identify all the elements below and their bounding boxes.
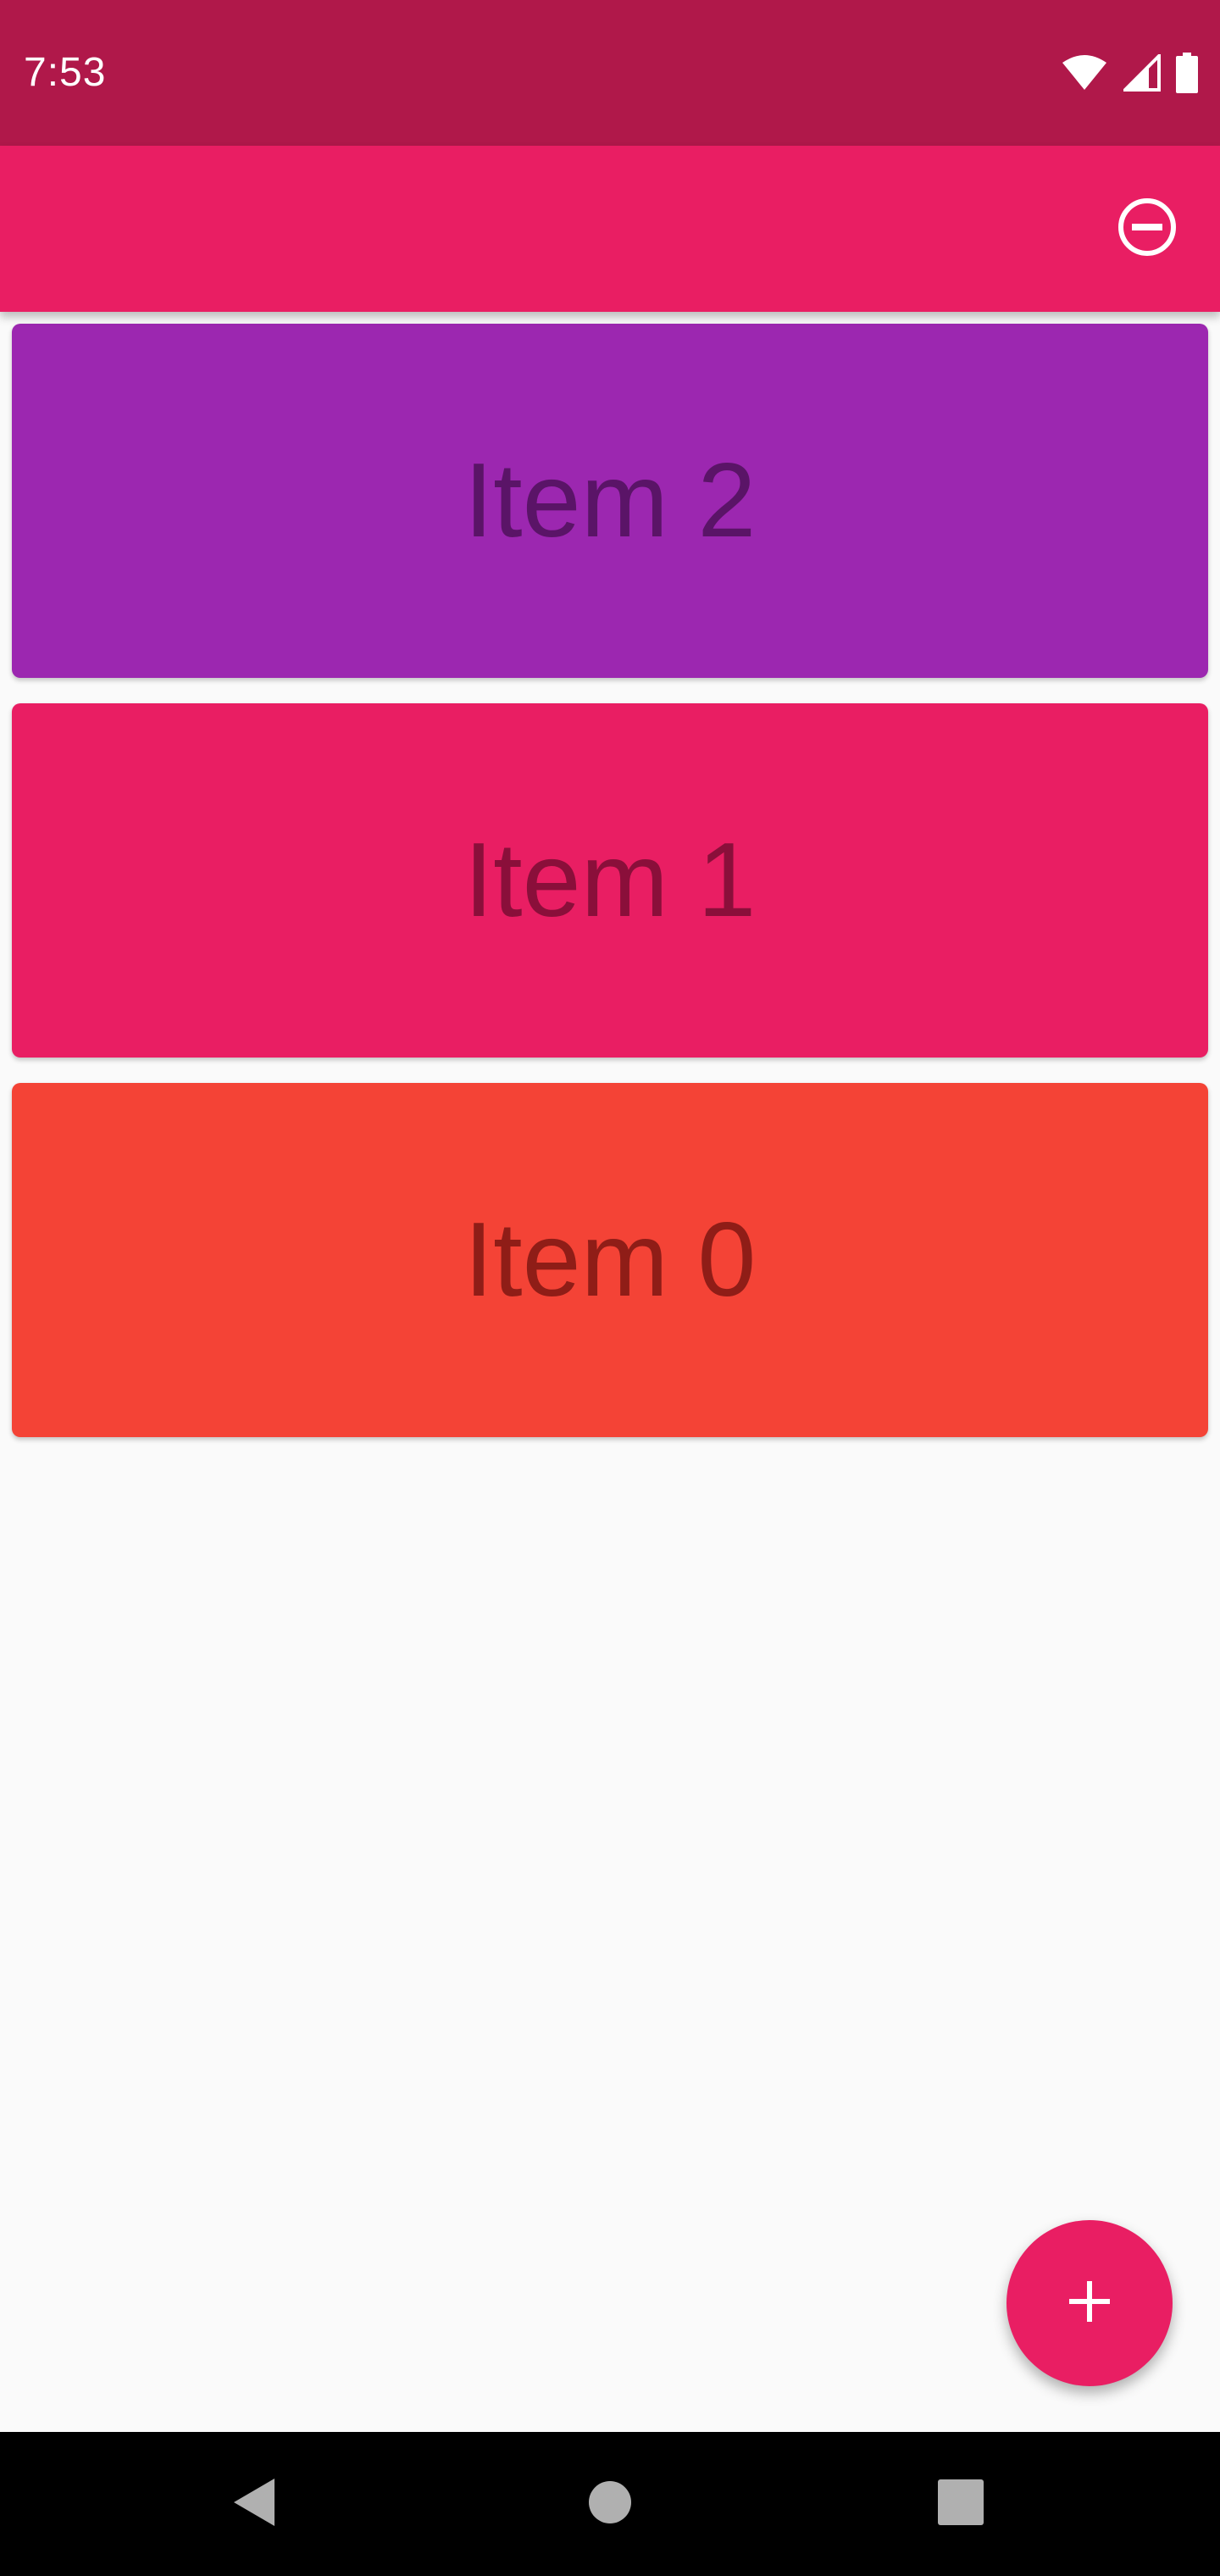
card-item[interactable]: Item 0 (12, 1083, 1208, 1437)
battery-icon (1176, 53, 1198, 93)
card-item[interactable]: Item 1 (12, 703, 1208, 1058)
status-time: 7:53 (24, 50, 107, 95)
back-button[interactable] (212, 2462, 297, 2546)
status-bar: 7:53 (0, 0, 1220, 146)
recents-icon (938, 2479, 984, 2529)
wifi-icon (1061, 54, 1108, 92)
back-icon (230, 2477, 278, 2532)
recents-button[interactable] (918, 2462, 1003, 2546)
remove-item-button[interactable] (1106, 188, 1188, 269)
home-icon (588, 2480, 632, 2529)
remove-circle-outline-icon (1117, 197, 1178, 262)
plus-icon (1066, 2278, 1113, 2329)
card-label: Item 1 (463, 822, 757, 939)
add-item-button[interactable] (1006, 2220, 1173, 2386)
navigation-bar (0, 2432, 1220, 2576)
signal-icon (1123, 54, 1161, 92)
home-button[interactable] (568, 2462, 652, 2546)
screen: 7:53 Item 2 Item 1 Item 0 (0, 0, 1220, 2576)
status-icons (1061, 49, 1198, 97)
card-item[interactable]: Item 2 (12, 324, 1208, 678)
card-label: Item 2 (463, 442, 757, 559)
card-label: Item 0 (463, 1202, 757, 1319)
app-bar (0, 146, 1220, 312)
